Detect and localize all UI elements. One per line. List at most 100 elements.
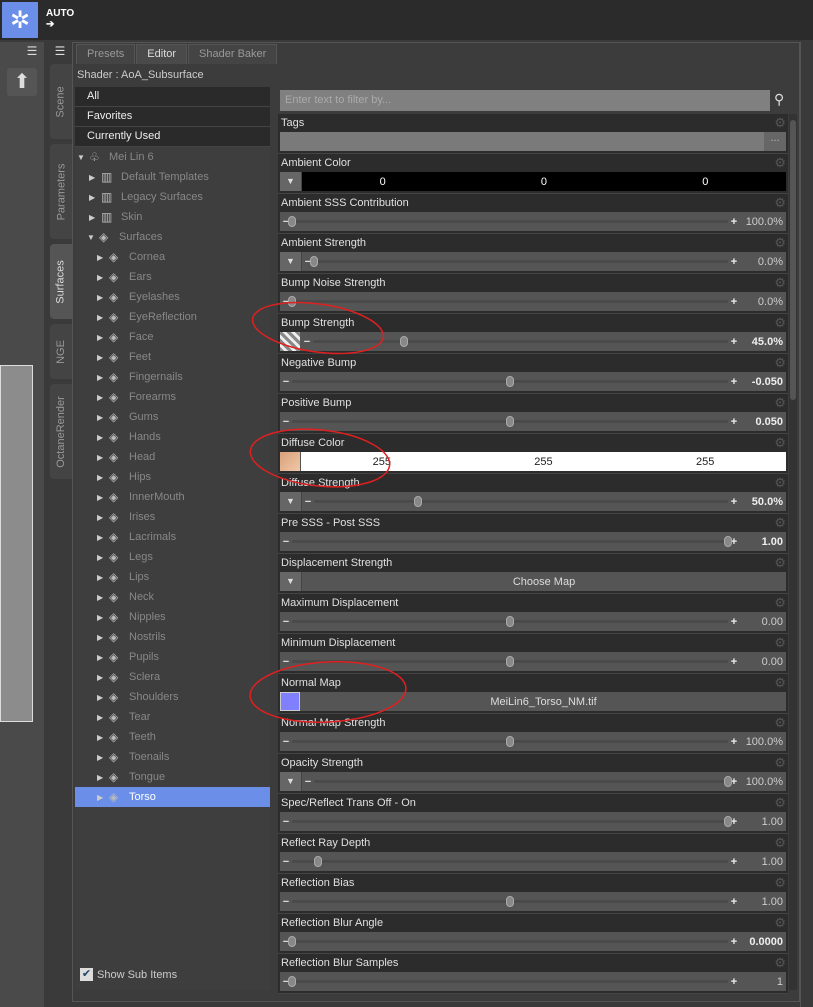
expand-arrow-icon[interactable]: ▶ (97, 733, 105, 742)
expand-arrow-icon[interactable]: ▶ (89, 173, 97, 182)
side-tab-octanerender[interactable]: OctaneRender (50, 384, 72, 479)
gear-icon[interactable]: ⚙ (774, 715, 786, 731)
tree-node-root[interactable]: ▼ ♧ Mei Lin 6 (75, 147, 270, 167)
octane-logo-icon[interactable]: ✲ (2, 2, 38, 38)
tree-node-surface[interactable]: ▶ ◈ Hands (75, 427, 270, 447)
tree-node-surface[interactable]: ▶ ◈ Legs (75, 547, 270, 567)
expand-arrow-icon[interactable]: ▶ (97, 433, 105, 442)
slider-track[interactable] (314, 492, 728, 511)
expand-arrow-icon[interactable]: ▼ (77, 153, 85, 162)
tree-node-surface[interactable]: ▶ ◈ Nostrils (75, 627, 270, 647)
increment-icon[interactable]: + (728, 936, 740, 948)
slider-knob[interactable] (310, 256, 318, 267)
normal-map-swatch[interactable] (280, 692, 300, 711)
tree-node-surface[interactable]: ▶ ◈ Lips (75, 567, 270, 587)
map-button[interactable]: Choose Map (302, 576, 786, 588)
decrement-icon[interactable]: − (280, 896, 292, 908)
property-control[interactable]: − +0.00 (280, 652, 786, 671)
tree-node-group[interactable]: ▶ ▥ Default Templates (75, 167, 270, 187)
expand-arrow-icon[interactable]: ▶ (97, 313, 105, 322)
property-control[interactable]: − + -0.050 (280, 372, 786, 391)
tree-node-surface[interactable]: ▶ ◈ Sclera (75, 667, 270, 687)
slider-knob[interactable] (724, 776, 732, 787)
slider-track[interactable] (292, 372, 728, 391)
texture-map-thumbnail[interactable] (280, 452, 300, 471)
slider-track[interactable] (313, 332, 728, 351)
property-control[interactable]: − +0.050 (280, 412, 786, 431)
increment-icon[interactable]: + (728, 216, 740, 228)
expand-arrow-icon[interactable]: ▶ (97, 393, 105, 402)
tree-node-surface[interactable]: ▶ ◈ Face (75, 327, 270, 347)
slider-track[interactable] (292, 892, 728, 911)
color-channel-value[interactable]: 0 (702, 176, 708, 188)
decrement-icon[interactable]: − (280, 816, 292, 828)
expand-arrow-icon[interactable]: ▶ (97, 453, 105, 462)
dropdown-arrow-icon[interactable]: ▼ (280, 492, 302, 511)
gear-icon[interactable]: ⚙ (774, 755, 786, 771)
gear-icon[interactable]: ⚙ (774, 235, 786, 251)
expand-arrow-icon[interactable]: ▶ (97, 513, 105, 522)
expand-arrow-icon[interactable]: ▼ (87, 233, 95, 242)
checkbox-icon[interactable]: ✔ (80, 968, 93, 981)
gear-icon[interactable]: ⚙ (774, 155, 786, 171)
tab-editor[interactable]: Editor (136, 44, 188, 64)
increment-icon[interactable]: + (728, 496, 740, 508)
tree-node-surface[interactable]: ▶ ◈ Head (75, 447, 270, 467)
tree-node-group[interactable]: ▶ ▥ Skin (75, 207, 270, 227)
filter-favorites[interactable]: Favorites (75, 107, 270, 127)
decrement-icon[interactable]: − (302, 776, 314, 788)
gear-icon[interactable]: ⚙ (774, 315, 786, 331)
gear-icon[interactable]: ⚙ (774, 435, 786, 451)
tab-shader-baker[interactable]: Shader Baker (188, 44, 278, 64)
tree-node-surface[interactable]: ▶ ◈ Fingernails (75, 367, 270, 387)
map-button[interactable]: MeiLin6_Torso_NM.tif (301, 696, 786, 708)
expand-arrow-icon[interactable]: ▶ (97, 593, 105, 602)
expand-arrow-icon[interactable]: ▶ (97, 353, 105, 362)
property-value[interactable]: 0.0% (740, 296, 786, 308)
expand-arrow-icon[interactable]: ▶ (97, 273, 105, 282)
property-control[interactable]: − +1.00 (280, 892, 786, 911)
property-control[interactable]: ▼ − +50.0% (280, 492, 786, 511)
scrollbar-thumb[interactable] (790, 120, 796, 400)
increment-icon[interactable]: + (728, 856, 740, 868)
tree-node-surfaces[interactable]: ▼ ◈ Surfaces (75, 227, 270, 247)
increment-icon[interactable]: + (728, 256, 740, 268)
decrement-icon[interactable]: − (280, 856, 292, 868)
property-control[interactable]: − +0.0000 (280, 932, 786, 951)
expand-arrow-icon[interactable]: ▶ (97, 793, 105, 802)
expand-arrow-icon[interactable]: ▶ (97, 773, 105, 782)
expand-arrow-icon[interactable]: ▶ (97, 333, 105, 342)
property-value[interactable]: 50.0% (740, 496, 786, 508)
decrement-icon[interactable]: − (280, 656, 292, 668)
color-channel-value[interactable]: 0 (541, 176, 547, 188)
tree-node-surface[interactable]: ▶ ◈ Hips (75, 467, 270, 487)
property-value[interactable]: 0.00 (740, 656, 786, 668)
up-arrow-button[interactable]: ⬆ (7, 68, 37, 96)
tree-node-surface[interactable]: ▶ ◈ Feet (75, 347, 270, 367)
slider-track[interactable] (292, 412, 728, 431)
slider-track[interactable] (310, 252, 728, 271)
slider-track[interactable] (292, 852, 728, 871)
slider-track[interactable] (288, 212, 728, 231)
gear-icon[interactable]: ⚙ (774, 795, 786, 811)
slider-knob[interactable] (506, 896, 514, 907)
expand-arrow-icon[interactable]: ▶ (97, 413, 105, 422)
property-value[interactable]: 100.0% (740, 736, 786, 748)
property-control[interactable]: − +45.0% (280, 332, 786, 351)
color-channel-value[interactable]: 255 (373, 456, 391, 468)
tree-node-surface[interactable]: ▶ ◈ Cornea (75, 247, 270, 267)
slider-knob[interactable] (724, 536, 732, 547)
slider-track[interactable] (314, 772, 732, 791)
increment-icon[interactable]: + (728, 736, 740, 748)
expand-arrow-icon[interactable]: ▶ (97, 753, 105, 762)
property-value[interactable]: 100.0% (740, 776, 786, 788)
tree-node-surface[interactable]: ▶ ◈ InnerMouth (75, 487, 270, 507)
expand-arrow-icon[interactable]: ▶ (97, 373, 105, 382)
decrement-icon[interactable]: − (280, 736, 292, 748)
slider-knob[interactable] (288, 296, 296, 307)
dropdown-arrow-icon[interactable]: ▼ (280, 172, 302, 191)
filter-all[interactable]: All (75, 87, 270, 107)
decrement-icon[interactable]: − (280, 536, 292, 548)
tree-node-surface[interactable]: ▶ ◈ Tongue (75, 767, 270, 787)
texture-map-thumbnail[interactable] (280, 332, 300, 351)
